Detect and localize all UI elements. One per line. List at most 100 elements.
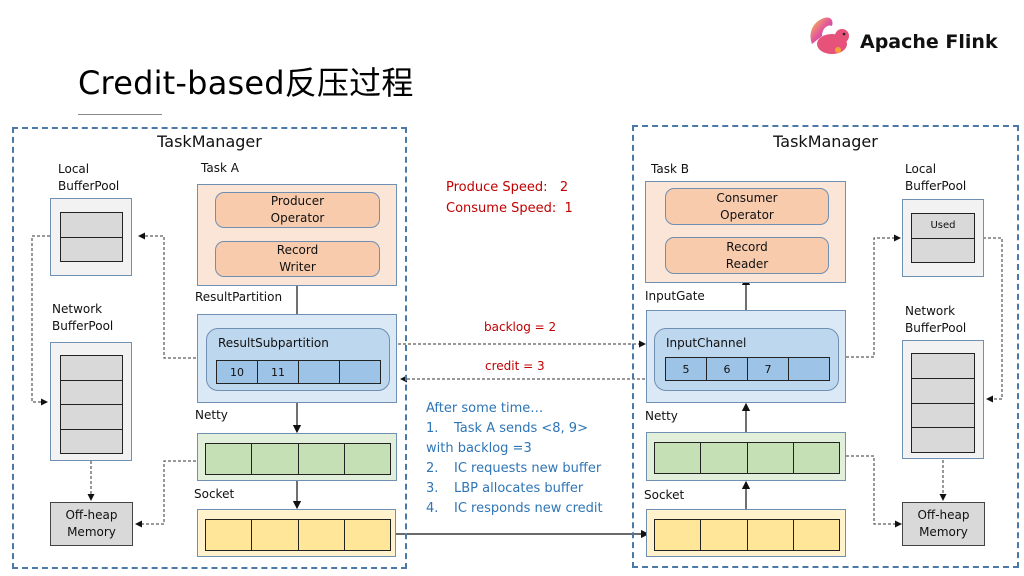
buffer-cell [793,520,839,550]
buffer-slot [912,239,974,263]
buffer-cell [298,444,345,474]
left-network-buffer-stack [60,355,123,454]
left-netty-label: Netty [195,408,228,422]
note-item: 1. Task A sends <8, 9> [426,419,603,439]
task-b-box: Consumer Operator Record Reader [645,181,846,283]
left-socket-label: Socket [194,487,235,501]
buffer-cell [701,520,748,550]
left-network-bufferpool-label: Network BufferPool [52,302,114,333]
notes-heading: After some time… [426,401,544,416]
buffer-cell [299,361,340,383]
buffer-cell [252,444,299,474]
notes-panel: After some time… 1. Task A sends <8, 9> w… [426,399,603,519]
right-local-bufferpool-label: Local BufferPool [905,162,967,193]
note-num: 2. [426,461,439,476]
right-socket-label: Socket [644,488,685,502]
task-a-label: Task A [201,161,239,175]
buffer-cell [789,358,829,380]
right-taskmanager-title: TaskManager [773,132,878,151]
right-network-bufferpool-label: Network BufferPool [905,304,967,335]
buffer-cell: 7 [748,358,789,380]
buffer-cell [206,444,253,474]
record-reader: Record Reader [665,237,829,274]
note-item: 3. LBP allocates buffer [426,479,603,499]
right-network-bufferpool [902,340,984,459]
input-channel-buffers: 5 6 7 [665,357,830,381]
input-channel-label: InputChannel [666,336,747,350]
buffer-slot [61,430,122,454]
right-netty-buffers [654,442,840,474]
buffer-cell: 10 [217,361,258,383]
right-local-buffer-stack: Used [911,213,975,263]
backlog-message: backlog = 2 [484,320,557,334]
buffer-slot [61,405,122,430]
left-netty-buffers [205,443,391,475]
buffer-slot [912,379,974,404]
right-network-buffer-stack [911,353,975,453]
consume-speed: Consume Speed: 1 [446,201,573,216]
note-text: IC responds new credit [454,501,603,516]
buffer-cell [340,361,380,383]
result-subpartition: ResultSubpartition 10 11 [206,328,390,391]
buffer-slot [912,428,974,452]
left-local-buffer-stack [60,212,123,262]
buffer-cell [206,520,253,550]
left-offheap-memory: Off-heap Memory [50,502,133,546]
buffer-cell [747,443,794,473]
note-num: 4. [426,501,439,516]
right-socket-buffers [654,519,840,551]
buffer-cell [655,520,702,550]
left-netty [197,433,397,481]
note-text: Task A sends <8, 9> [454,421,588,436]
consumer-operator: Consumer Operator [665,188,829,225]
note-text: with backlog =3 [426,441,532,456]
producer-operator: Producer Operator [215,192,380,228]
left-socket [197,509,396,557]
right-socket [646,509,846,557]
buffer-cell [252,520,299,550]
result-subpartition-label: ResultSubpartition [218,336,329,350]
buffer-cell [298,520,345,550]
note-item: with backlog =3 [426,439,603,459]
note-num: 3. [426,481,439,496]
buffer-slot [61,213,122,238]
buffer-cell: 11 [258,361,299,383]
buffer-cell [655,443,702,473]
buffer-slot [912,354,974,379]
record-writer: Record Writer [215,241,380,277]
input-gate-label: InputGate [645,289,705,303]
buffer-cell [793,443,839,473]
task-a-box: Producer Operator Record Writer [197,184,397,286]
buffer-slot [61,356,122,381]
right-netty [646,432,846,481]
right-offheap-memory: Off-heap Memory [902,502,985,546]
buffer-slot [61,238,122,262]
result-partition: ResultSubpartition 10 11 [197,314,397,403]
left-socket-buffers [205,519,391,551]
right-netty-label: Netty [645,409,678,423]
buffer-cell [344,444,390,474]
result-partition-label: ResultPartition [195,290,283,304]
result-subpartition-buffers: 10 11 [216,360,381,384]
task-b-label: Task B [651,162,689,176]
left-network-bufferpool [50,342,132,461]
buffer-cell [344,520,390,550]
buffer-slot [61,381,122,405]
left-taskmanager-title: TaskManager [157,132,262,151]
note-item: 2. IC requests new buffer [426,459,603,479]
right-local-bufferpool: Used [902,199,984,277]
note-item: 4. IC responds new credit [426,499,603,519]
input-channel: InputChannel 5 6 7 [654,328,839,391]
buffer-cell [701,443,748,473]
buffer-slot-used: Used [912,214,974,239]
left-local-bufferpool-label: Local BufferPool [58,162,120,193]
left-local-bufferpool [50,198,132,276]
note-num: 1. [426,421,439,436]
note-text: IC requests new buffer [454,461,602,476]
credit-message: credit = 3 [485,359,545,373]
buffer-cell: 5 [666,358,707,380]
note-text: LBP allocates buffer [454,481,584,496]
buffer-slot [912,404,974,429]
buffer-cell: 6 [707,358,748,380]
produce-speed: Produce Speed: 2 [446,180,569,195]
